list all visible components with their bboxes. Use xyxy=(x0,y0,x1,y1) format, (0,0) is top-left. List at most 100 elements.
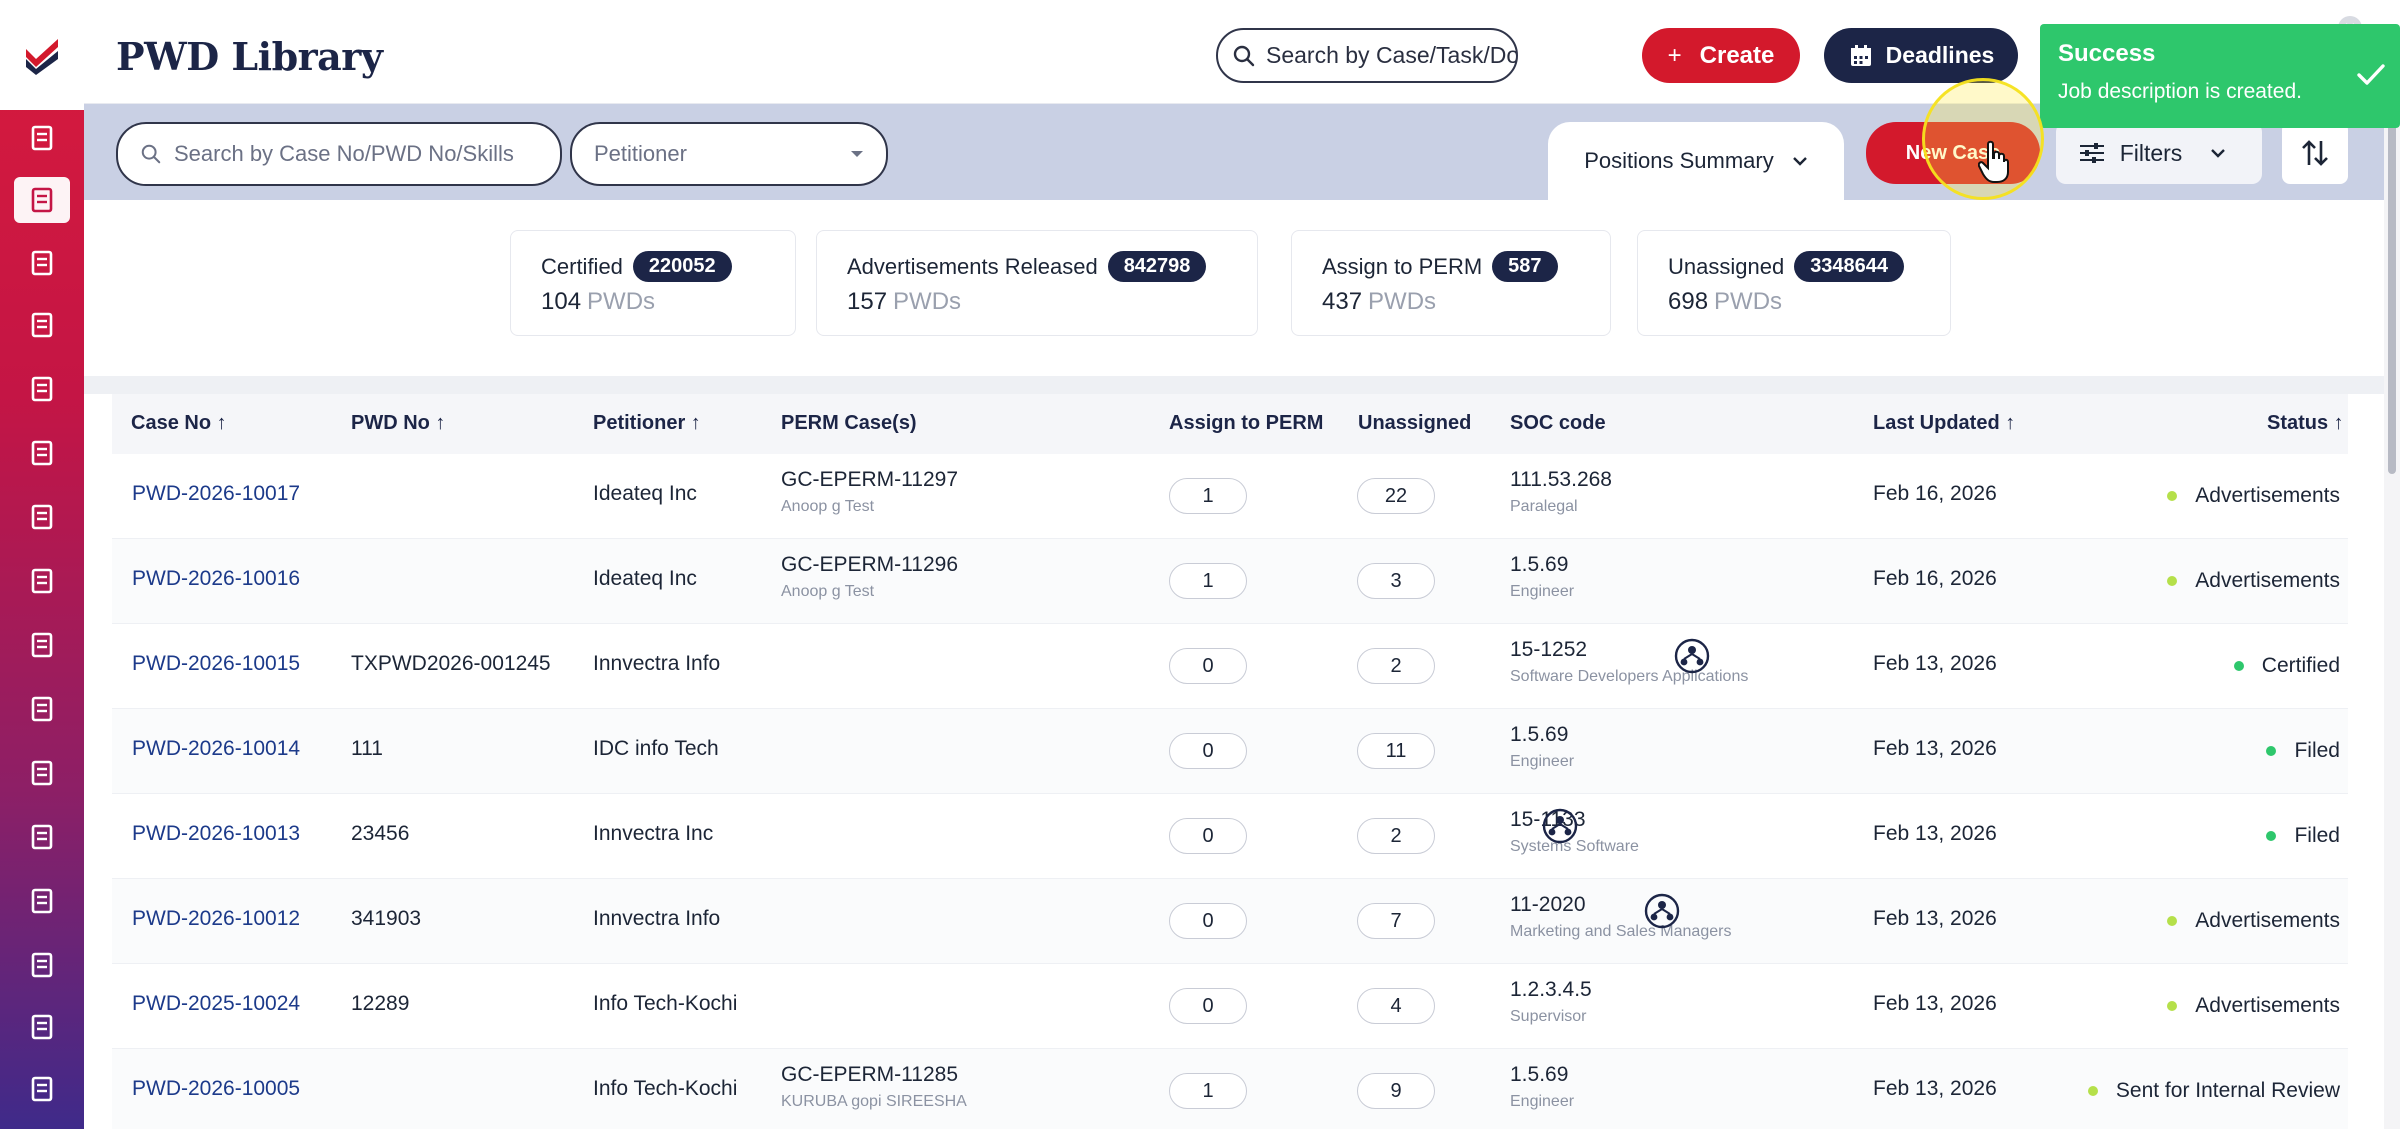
unassigned-count[interactable]: 9 xyxy=(1357,1073,1435,1109)
col-pwd-no[interactable]: PWD No ↑ xyxy=(351,412,445,435)
documents-icon xyxy=(31,250,53,276)
unassigned-count[interactable]: 2 xyxy=(1357,648,1435,684)
table-row[interactable]: PWD-2026-10012 341903 Innvectra Info 0 7 11-2… xyxy=(112,879,2348,964)
scrollbar-thumb[interactable] xyxy=(2388,114,2396,474)
assign-to-perm-count[interactable]: 1 xyxy=(1169,478,1247,514)
case-no-link[interactable]: PWD-2026-10005 xyxy=(132,1077,300,1101)
sidebar-item-reports[interactable] xyxy=(14,494,70,540)
summary-card[interactable]: Advertisements Released 842798 157 PWDs xyxy=(816,230,1258,336)
deadlines-button[interactable]: Deadlines xyxy=(1824,28,2018,83)
sidebar-item-dashboard[interactable] xyxy=(14,115,70,161)
col-last-updated[interactable]: Last Updated ↑ xyxy=(1873,412,2015,435)
table-row[interactable]: PWD-2026-10014 111 IDC info Tech 0 11 1.5.69 E… xyxy=(112,709,2348,794)
sidebar-item-cases[interactable] xyxy=(14,177,70,223)
success-toast[interactable]: Success Job description is created. xyxy=(2040,24,2400,128)
sidebar-item-user[interactable] xyxy=(14,750,70,796)
org-chart-icon[interactable] xyxy=(1672,636,1712,676)
perm-case-link[interactable]: GC-EPERM-11296 xyxy=(781,553,958,577)
table-row[interactable]: PWD-2026-10013 23456 Innvectra Inc 0 2 15-113… xyxy=(112,794,2348,879)
app-logo[interactable] xyxy=(0,0,84,110)
soc-title: Marketing and Sales Managers xyxy=(1510,923,1732,940)
col-unassigned: Unassigned xyxy=(1358,412,1472,434)
filters-button[interactable]: Filters xyxy=(2056,122,2262,184)
assign-to-perm-count[interactable]: 0 xyxy=(1169,988,1247,1024)
col-petitioner[interactable]: Petitioner ↑ xyxy=(593,412,701,435)
tasks-icon xyxy=(31,312,53,338)
assign-to-perm-count[interactable]: 0 xyxy=(1169,818,1247,854)
sidebar-item-clipboard[interactable] xyxy=(14,686,70,732)
new-case-button[interactable]: New Case xyxy=(1866,122,2040,184)
sidebar-item-forms[interactable] xyxy=(14,366,70,412)
case-no-link[interactable]: PWD-2026-10015 xyxy=(132,652,300,676)
perm-case-link[interactable]: GC-EPERM-11297 xyxy=(781,468,958,492)
pwd-no: TXPWD2026-001245 xyxy=(351,652,551,675)
sort-button[interactable] xyxy=(2282,122,2348,184)
table-row[interactable]: PWD-2026-10005 Info Tech-Kochi GC-EPERM-11… xyxy=(112,1049,2348,1129)
sidebar-item-profile[interactable] xyxy=(14,1004,70,1050)
unassigned-count[interactable]: 22 xyxy=(1357,478,1435,514)
sidebar-item-folder[interactable] xyxy=(14,878,70,924)
soc-code: 111.53.268 xyxy=(1510,468,1612,491)
assign-to-perm-count[interactable]: 1 xyxy=(1169,563,1247,599)
unassigned-count[interactable]: 11 xyxy=(1357,733,1435,769)
table-row[interactable]: PWD-2026-10015 TXPWD2026-001245 Innvectra … xyxy=(112,624,2348,709)
sidebar-item-users[interactable] xyxy=(14,814,70,860)
sidebar-item-tasks[interactable] xyxy=(14,302,70,348)
unassigned-count[interactable]: 3 xyxy=(1357,563,1435,599)
case-search-input[interactable]: Search by Case No/PWD No/Skills xyxy=(116,122,562,186)
sidebar-item-messages[interactable] xyxy=(14,430,70,476)
assign-to-perm-count[interactable]: 0 xyxy=(1169,648,1247,684)
col-status[interactable]: Status ↑ xyxy=(2267,412,2344,435)
petitioner-select[interactable]: Petitioner xyxy=(570,122,888,186)
summary-card[interactable]: Unassigned 3348644 698 PWDs xyxy=(1637,230,1951,336)
soc-code: 1.5.69 xyxy=(1510,553,1569,576)
user-icon xyxy=(31,760,53,786)
case-no-link[interactable]: PWD-2026-10017 xyxy=(132,482,300,506)
sidebar-item-notes[interactable] xyxy=(14,942,70,988)
petitioner-name: Info Tech-Kochi xyxy=(593,992,738,1015)
chevron-down-icon xyxy=(2211,149,2226,158)
summary-card[interactable]: Certified 220052 104 PWDs xyxy=(510,230,796,336)
unassigned-count[interactable]: 7 xyxy=(1357,903,1435,939)
case-no-link[interactable]: PWD-2026-10013 xyxy=(132,822,300,846)
assign-to-perm-count[interactable]: 0 xyxy=(1169,733,1247,769)
table-row[interactable]: PWD-2025-10024 12289 Info Tech-Kochi 0 4 1.2.… xyxy=(112,964,2348,1049)
case-no-link[interactable]: PWD-2026-10012 xyxy=(132,907,300,931)
org-chart-icon[interactable] xyxy=(1642,891,1682,931)
perm-case-owner: KURUBA gopi SIREESHA xyxy=(781,1093,967,1110)
status-badge: Filed xyxy=(2266,824,2340,848)
global-search-input[interactable]: Search by Case/Task/Docu xyxy=(1216,28,1518,83)
last-updated: Feb 13, 2026 xyxy=(1873,652,1997,675)
case-no-link[interactable]: PWD-2026-10014 xyxy=(132,737,300,761)
unassigned-count[interactable]: 2 xyxy=(1357,818,1435,854)
summary-card-label: Assign to PERM xyxy=(1322,253,1483,279)
toast-title: Success xyxy=(2058,40,2156,67)
table-row[interactable]: PWD-2026-10016 Ideateq Inc GC-EPERM-11296 A… xyxy=(112,539,2348,624)
case-no-link[interactable]: PWD-2025-10024 xyxy=(132,992,300,1016)
positions-summary-tab[interactable]: Positions Summary xyxy=(1548,122,1844,200)
summary-card[interactable]: Assign to PERM 587 437 PWDs xyxy=(1291,230,1611,336)
search-icon xyxy=(141,144,161,164)
assign-to-perm-count[interactable]: 1 xyxy=(1169,1073,1247,1109)
page-scrollbar[interactable] xyxy=(2384,104,2400,1129)
unassigned-count[interactable]: 4 xyxy=(1357,988,1435,1024)
col-case-no[interactable]: Case No ↑ xyxy=(131,412,227,435)
sidebar-item-edit[interactable] xyxy=(14,558,70,604)
assign-to-perm-count[interactable]: 0 xyxy=(1169,903,1247,939)
sidebar-item-documents[interactable] xyxy=(14,240,70,286)
case-no-link[interactable]: PWD-2026-10016 xyxy=(132,567,300,591)
create-button[interactable]: + Create xyxy=(1642,28,1800,83)
col-perm-cases: PERM Case(s) xyxy=(781,412,917,434)
org-chart-icon[interactable] xyxy=(1540,806,1580,846)
status-label: Advertisements xyxy=(2195,484,2340,507)
status-badge: Advertisements xyxy=(2167,994,2340,1018)
sidebar-item-book[interactable] xyxy=(14,1066,70,1112)
perm-case-link[interactable]: GC-EPERM-11285 xyxy=(781,1063,958,1087)
global-search-placeholder: Search by Case/Task/Docu xyxy=(1266,42,1516,68)
table-row[interactable]: PWD-2026-10017 Ideateq Inc GC-EPERM-11297 A… xyxy=(112,454,2348,539)
sidebar-item-library[interactable] xyxy=(14,622,70,668)
status-badge: Advertisements xyxy=(2167,484,2340,508)
positions-summary-label: Positions Summary xyxy=(1584,148,1774,173)
filters-button-label: Filters xyxy=(2119,139,2183,166)
petitioner-name: Innvectra Info xyxy=(593,907,721,930)
